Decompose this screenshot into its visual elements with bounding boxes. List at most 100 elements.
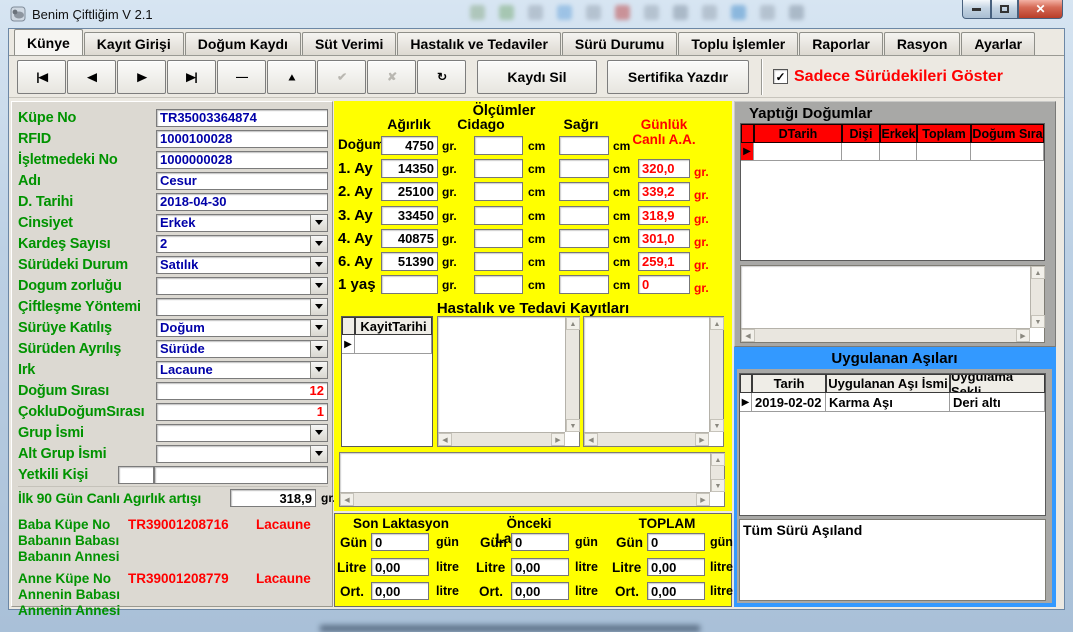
last-lactation-avg-field[interactable]: 0,00 [371, 582, 429, 600]
weight-field[interactable]: 33450 [381, 206, 438, 225]
cidago-field[interactable] [474, 229, 523, 248]
yetkili-kisi-code-field[interactable] [118, 466, 154, 484]
total-lactation-litre-field[interactable]: 0,00 [647, 558, 705, 576]
health-detail-memo-1[interactable]: ▲▼ ◀▶ [437, 316, 580, 447]
health-detail-memo-2[interactable]: ▲▼ ◀▶ [583, 316, 724, 447]
sagri-field[interactable] [559, 275, 609, 294]
vertical-scrollbar[interactable]: ▲▼ [1030, 266, 1044, 328]
scroll-left-icon[interactable]: ◀ [741, 329, 755, 342]
rfid-field[interactable]: 1000100028 [156, 130, 328, 148]
health-record-grid[interactable]: KayitTarihi ▶ [341, 316, 433, 447]
kupe-no-field[interactable]: TR35003364874 [156, 109, 328, 127]
chevron-down-icon[interactable] [310, 299, 327, 315]
dogum-zorlugu-combo[interactable] [156, 277, 328, 295]
scroll-up-icon[interactable]: ▲ [711, 453, 725, 466]
births-notes-memo[interactable]: ▲▼ ◀▶ [740, 265, 1045, 343]
sagri-field[interactable] [559, 252, 609, 271]
chevron-down-icon[interactable] [310, 236, 327, 252]
tab-hastalik-tedaviler[interactable]: Hastalık ve Tedaviler [397, 32, 560, 55]
tab-suru-durumu[interactable]: Sürü Durumu [562, 32, 677, 55]
nav-delete-button[interactable]: — [217, 60, 266, 94]
cidago-field[interactable] [474, 159, 523, 178]
irk-combo[interactable]: Lacaune [156, 361, 328, 379]
table-row[interactable]: ▶ 2019-02-02 Karma Aşı Deri altı [740, 393, 1045, 412]
herd-vaccination-note[interactable]: Tüm Sürü Aşıland [739, 519, 1046, 601]
daily-gain-field[interactable]: 339,2 [638, 182, 690, 201]
scroll-right-icon[interactable]: ▶ [1016, 329, 1030, 342]
weight-field[interactable]: 40875 [381, 229, 438, 248]
suruye-katilis-combo[interactable]: Doğum [156, 319, 328, 337]
last-lactation-days-field[interactable]: 0 [371, 533, 429, 551]
cinsiyet-combo[interactable]: Erkek [156, 214, 328, 232]
vertical-scrollbar[interactable]: ▲▼ [565, 317, 579, 432]
tab-dogum-kaydi[interactable]: Doğum Kaydı [185, 32, 301, 55]
total-lactation-avg-field[interactable]: 0,00 [647, 582, 705, 600]
kardes-sayisi-combo[interactable]: 2 [156, 235, 328, 253]
daily-gain-field[interactable]: 301,0 [638, 229, 690, 248]
horizontal-scrollbar[interactable]: ◀▶ [438, 432, 565, 446]
show-only-herd-checkbox[interactable]: ✓ [773, 69, 788, 84]
delete-record-button[interactable]: Kaydı Sil [477, 60, 597, 94]
scroll-down-icon[interactable]: ▼ [566, 419, 580, 432]
previous-lactation-litre-field[interactable]: 0,00 [511, 558, 569, 576]
scroll-up-icon[interactable]: ▲ [1031, 266, 1045, 279]
nav-cancel-button[interactable]: ✘ [367, 60, 416, 94]
cidago-field[interactable] [474, 252, 523, 271]
daily-gain-field[interactable]: 318,9 [638, 206, 690, 225]
minimize-button[interactable] [962, 0, 991, 19]
last-lactation-litre-field[interactable]: 0,00 [371, 558, 429, 576]
chevron-down-icon[interactable] [310, 215, 327, 231]
scroll-right-icon[interactable]: ▶ [696, 493, 710, 506]
alt-grup-ismi-combo[interactable] [156, 445, 328, 463]
tab-kayit-girisi[interactable]: Kayıt Girişi [84, 32, 184, 55]
grup-ismi-combo[interactable] [156, 424, 328, 442]
weight-field[interactable]: 25100 [381, 182, 438, 201]
scroll-left-icon[interactable]: ◀ [438, 433, 452, 446]
ciftlesme-yontemi-combo[interactable] [156, 298, 328, 316]
sagri-field[interactable] [559, 206, 609, 225]
scroll-left-icon[interactable]: ◀ [340, 493, 354, 506]
nav-next-button[interactable]: ▶ [117, 60, 166, 94]
scroll-left-icon[interactable]: ◀ [584, 433, 598, 446]
adi-field[interactable]: Cesur [156, 172, 328, 190]
vaccines-grid[interactable]: Tarih Uygulanan Aşı İsmi Uygulama Şekli … [739, 373, 1046, 516]
scroll-down-icon[interactable]: ▼ [1031, 315, 1045, 328]
horizontal-scrollbar[interactable]: ◀▶ [340, 492, 710, 506]
weight-field[interactable]: 51390 [381, 252, 438, 271]
nav-last-button[interactable]: ▶| [167, 60, 216, 94]
coklu-dogum-sirasi-field[interactable]: 1 [156, 403, 328, 421]
scroll-up-icon[interactable]: ▲ [566, 317, 580, 330]
tab-raporlar[interactable]: Raporlar [799, 32, 883, 55]
sagri-field[interactable] [559, 159, 609, 178]
vertical-scrollbar[interactable]: ▲▼ [709, 317, 723, 432]
print-certificate-button[interactable]: Sertifika Yazdır [607, 60, 749, 94]
sagri-field[interactable] [559, 229, 609, 248]
nav-refresh-button[interactable]: ↻ [417, 60, 466, 94]
births-grid[interactable]: DTarih Dişi Erkek Toplam Doğum Sıra ▶ [740, 123, 1045, 261]
scroll-up-icon[interactable]: ▲ [710, 317, 724, 330]
chevron-down-icon[interactable] [310, 446, 327, 462]
chevron-down-icon[interactable] [310, 425, 327, 441]
weight-field[interactable]: 4750 [381, 136, 438, 155]
maximize-button[interactable] [991, 0, 1018, 19]
cidago-field[interactable] [474, 136, 523, 155]
weight-field[interactable] [381, 275, 438, 294]
d-tarihi-field[interactable]: 2018-04-30 [156, 193, 328, 211]
ilk90-field[interactable]: 318,9 [230, 489, 316, 507]
horizontal-scrollbar[interactable]: ◀▶ [741, 328, 1030, 342]
weight-field[interactable]: 14350 [381, 159, 438, 178]
scroll-down-icon[interactable]: ▼ [711, 479, 725, 492]
kayit-tarihi-cell[interactable] [355, 335, 432, 354]
chevron-down-icon[interactable] [310, 257, 327, 273]
yetkili-kisi-field[interactable] [154, 466, 328, 484]
sagri-field[interactable] [559, 136, 609, 155]
daily-gain-field[interactable]: 259,1 [638, 252, 690, 271]
sagri-field[interactable] [559, 182, 609, 201]
health-notes-memo[interactable]: ▲▼ ◀▶ [339, 452, 725, 507]
horizontal-scrollbar[interactable]: ◀▶ [584, 432, 709, 446]
tab-rasyon[interactable]: Rasyon [884, 32, 961, 55]
nav-previous-button[interactable]: ◀ [67, 60, 116, 94]
scroll-right-icon[interactable]: ▶ [695, 433, 709, 446]
previous-lactation-avg-field[interactable]: 0,00 [511, 582, 569, 600]
cidago-field[interactable] [474, 182, 523, 201]
